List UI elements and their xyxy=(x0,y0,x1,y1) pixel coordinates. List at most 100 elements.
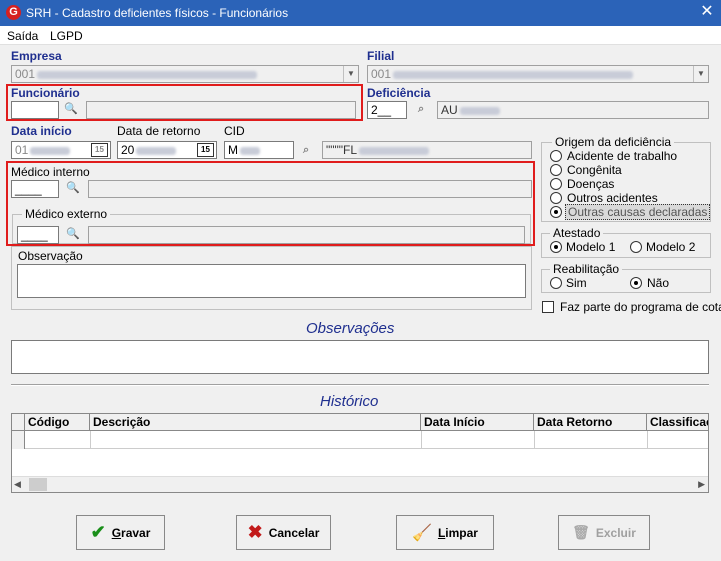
date-redacted xyxy=(136,146,177,155)
cid-redacted xyxy=(359,146,430,155)
data-inicio-input[interactable]: 01 15 xyxy=(11,141,111,159)
medico-externo-input[interactable]: ____ xyxy=(17,226,59,244)
grid-header: Código Descrição Data Início Data Retorn… xyxy=(12,414,708,431)
col-header-codigo[interactable]: Código xyxy=(25,414,90,431)
radio-origem-4[interactable] xyxy=(550,206,562,218)
delete-icon: 🗑 xyxy=(572,524,590,540)
medico-externo-label: Médico externo xyxy=(22,207,111,221)
cell-divider xyxy=(647,431,648,449)
deficiencia-description-field: AU xyxy=(437,101,709,119)
atestado-option-1[interactable]: Modelo 2 xyxy=(646,240,695,254)
medico-interno-input[interactable]: ____ xyxy=(11,180,59,198)
origem-option-4[interactable]: Outras causas declaradas xyxy=(565,204,711,220)
gravar-button[interactable]: ✔ Gravar xyxy=(76,515,165,550)
radio-atestado-0[interactable] xyxy=(550,241,562,253)
cid-redacted xyxy=(240,146,260,155)
empresa-combo[interactable]: 001 ▼ xyxy=(11,65,359,83)
limpar-button[interactable]: 🧹 Limpar xyxy=(396,515,494,550)
search-binoculars-icon[interactable]: 🔍 xyxy=(64,102,78,115)
gravar-label: Gravar xyxy=(111,525,151,540)
observacoes-textarea[interactable] xyxy=(11,340,709,374)
origem-option-2[interactable]: Doenças xyxy=(567,177,614,191)
broom-icon: 🧹 xyxy=(412,524,432,542)
cell-divider xyxy=(421,431,422,449)
search-binoculars-icon[interactable]: 🔍 xyxy=(66,181,80,194)
col-header-indicator xyxy=(12,414,25,431)
chevron-down-icon[interactable]: ▼ xyxy=(343,66,358,82)
reabilitacao-option-0[interactable]: Sim xyxy=(566,276,587,290)
data-retorno-label: Data de retorno xyxy=(117,124,201,138)
cell-divider xyxy=(90,431,91,449)
atestado-option-0[interactable]: Modelo 1 xyxy=(566,240,615,254)
menu-item-saida[interactable]: Saída xyxy=(7,29,38,43)
cid-value: M xyxy=(228,143,238,157)
origem-option-0[interactable]: Acidente de trabalho xyxy=(567,149,677,163)
deficiencia-label: Deficiência xyxy=(367,86,431,100)
reabilitacao-option-1[interactable]: Não xyxy=(647,276,669,290)
excluir-button[interactable]: 🗑 Excluir xyxy=(558,515,650,550)
empresa-value: 001 xyxy=(15,67,36,81)
radio-reabilitacao-1[interactable] xyxy=(630,277,642,289)
funcionario-name-field xyxy=(86,101,356,119)
historico-title: Histórico xyxy=(320,393,379,410)
empresa-label: Empresa xyxy=(11,49,62,63)
cell-divider xyxy=(534,431,535,449)
scrollbar-thumb[interactable] xyxy=(29,478,47,491)
scroll-right-icon[interactable]: ▶ xyxy=(698,479,705,490)
radio-atestado-1[interactable] xyxy=(630,241,642,253)
excluir-label: Excluir xyxy=(595,525,636,540)
search-binoculars-icon[interactable]: 🔍 xyxy=(66,227,80,240)
cancelar-button[interactable]: ✖ Cancelar xyxy=(236,515,331,550)
medico-interno-name-field xyxy=(88,180,532,198)
cid-label: CID xyxy=(224,124,245,138)
title-bar: G SRH - Cadastro deficientes físicos - F… xyxy=(0,0,721,26)
menu-bar: Saída LGPD xyxy=(0,26,721,45)
programa-cotas-label[interactable]: Faz parte do programa de cotas xyxy=(560,300,721,314)
binoculars-icon[interactable]: ⌕ xyxy=(418,103,424,116)
col-header-data-retorno[interactable]: Data Retorno xyxy=(534,414,647,431)
empresa-name-redacted xyxy=(37,70,258,79)
reabilitacao-title: Reabilitação xyxy=(550,262,623,276)
table-row[interactable] xyxy=(12,431,708,449)
cid-input[interactable]: M xyxy=(224,141,294,159)
observacao-group xyxy=(11,246,532,310)
filial-value: 001 xyxy=(371,67,392,81)
cid-description-field: """"FL xyxy=(322,141,532,159)
radio-origem-3[interactable] xyxy=(550,192,562,204)
date-redacted xyxy=(30,146,71,155)
medico-interno-label: Médico interno xyxy=(11,165,90,179)
chevron-down-icon[interactable]: ▼ xyxy=(693,66,708,82)
scroll-left-icon[interactable]: ◀ xyxy=(14,479,21,490)
origem-title: Origem da deficiência xyxy=(552,135,675,149)
radio-origem-2[interactable] xyxy=(550,178,562,190)
deficiencia-description: AU xyxy=(441,103,458,117)
calendar-icon[interactable]: 15 xyxy=(91,143,108,157)
x-icon: ✖ xyxy=(247,522,263,542)
data-inicio-label: Data início xyxy=(11,124,72,138)
data-retorno-input[interactable]: 20 15 xyxy=(117,141,217,159)
calendar-icon[interactable]: 15 xyxy=(197,143,214,157)
horizontal-scrollbar[interactable]: ◀ ▶ xyxy=(12,476,708,492)
filial-name-redacted xyxy=(393,70,634,79)
menu-item-lgpd[interactable]: LGPD xyxy=(50,29,83,43)
radio-reabilitacao-0[interactable] xyxy=(550,277,562,289)
binoculars-icon[interactable]: ⌕ xyxy=(303,144,309,157)
deficiencia-code-input[interactable]: 2__ xyxy=(367,101,407,119)
radio-origem-0[interactable] xyxy=(550,150,562,162)
origem-option-3[interactable]: Outros acidentes xyxy=(567,191,658,205)
checkmark-icon: ✔ xyxy=(90,522,106,542)
limpar-label: Limpar xyxy=(437,525,478,540)
radio-origem-1[interactable] xyxy=(550,164,562,176)
col-header-classificacao[interactable]: Classificac xyxy=(647,414,708,431)
data-inicio-value: 01 xyxy=(15,143,29,157)
col-header-descricao[interactable]: Descrição xyxy=(90,414,421,431)
filial-combo[interactable]: 001 ▼ xyxy=(367,65,709,83)
historico-grid[interactable]: Código Descrição Data Início Data Retorn… xyxy=(11,413,709,493)
col-header-data-inicio[interactable]: Data Início xyxy=(421,414,534,431)
origem-option-1[interactable]: Congênita xyxy=(567,163,622,177)
app-logo-icon: G xyxy=(6,5,21,20)
programa-cotas-checkbox[interactable] xyxy=(542,301,554,313)
close-icon[interactable]: ✕ xyxy=(696,2,718,22)
funcionario-code-input[interactable] xyxy=(11,101,59,119)
cancelar-label: Cancelar xyxy=(268,525,320,540)
